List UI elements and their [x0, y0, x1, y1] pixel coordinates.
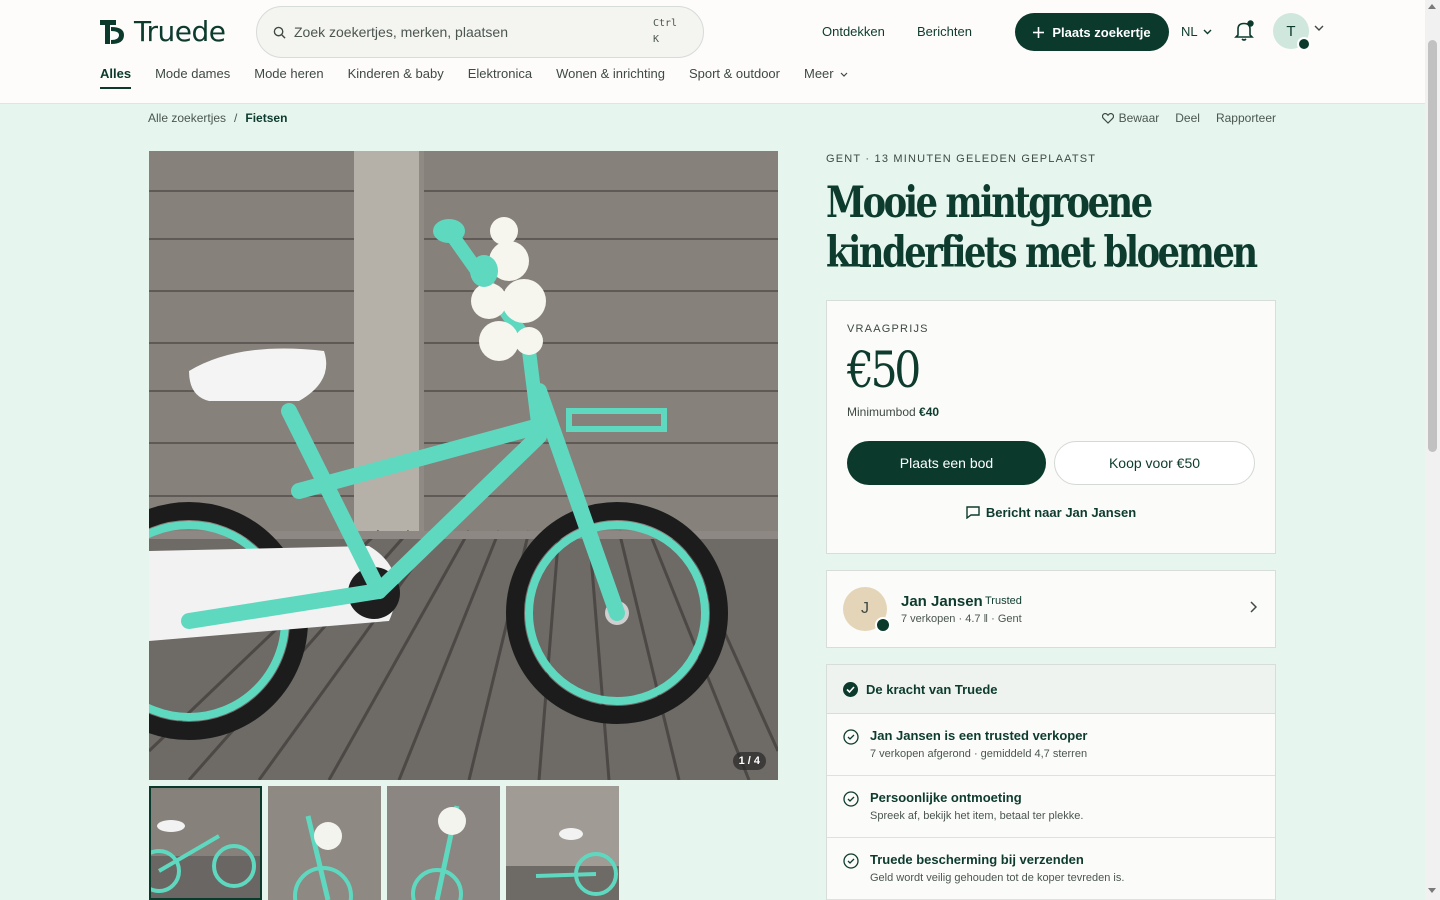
category-nav: Alles Mode dames Mode heren Kinderen & b…: [100, 66, 848, 89]
breadcrumb-root[interactable]: Alle zoekertjes: [148, 111, 226, 125]
search-input[interactable]: Zoek zoekertjes, merken, plaatsen: [294, 24, 508, 40]
notification-bell-icon[interactable]: [1234, 20, 1254, 42]
plus-icon: [1033, 26, 1045, 38]
check-circle-icon: [843, 791, 859, 807]
photo-thumbnail[interactable]: [149, 786, 262, 900]
bike-thumbnail-image: [268, 786, 381, 900]
check-circle-icon: [843, 729, 859, 745]
bike-thumbnail-image: [149, 786, 262, 900]
chat-bubble-icon: [966, 506, 980, 519]
category-tab-kinderen-baby[interactable]: Kinderen & baby: [348, 66, 444, 81]
seller-name: Jan Jansen: [901, 593, 983, 610]
category-tab-mode-heren[interactable]: Mode heren: [254, 66, 323, 81]
check-circle-filled-icon: [843, 681, 858, 697]
seller-avatar: J: [843, 587, 891, 633]
price-label: VRAAGPRIJS: [847, 323, 929, 335]
scroll-down-arrow[interactable]: [1428, 888, 1436, 893]
category-tab-alles[interactable]: Alles: [100, 66, 132, 89]
message-seller-link[interactable]: Bericht naar Jan Jansen: [827, 505, 1275, 520]
photo-thumbnail[interactable]: [506, 786, 619, 900]
listing-meta: GENT · 13 MINUTEN GELEDEN GEPLAATST: [826, 153, 1097, 165]
asking-price: €50: [847, 341, 921, 399]
category-tab-elektronica[interactable]: Elektronica: [468, 66, 532, 81]
trust-card: De kracht van Truede Jan Jansen is een t…: [826, 664, 1276, 900]
chevron-down-icon: [840, 72, 848, 77]
bike-thumbnail-image: [506, 786, 619, 900]
photo-thumbnail[interactable]: [268, 786, 381, 900]
main-listing-photo[interactable]: 1 / 4: [149, 151, 778, 780]
heart-icon: [1101, 112, 1114, 124]
photo-counter: 1 / 4: [732, 752, 766, 770]
bike-thumbnail-image: [387, 786, 500, 900]
minimum-bid: Minimumbod €40: [847, 405, 940, 419]
breadcrumb-separator: /: [234, 111, 238, 125]
buy-now-button[interactable]: Koop voor €50: [1054, 441, 1255, 485]
trust-item: Jan Jansen is een trusted verkoper 7 ver…: [827, 714, 1275, 776]
save-button[interactable]: Bewaar: [1101, 111, 1159, 125]
chevron-right-icon: [1250, 601, 1257, 613]
category-tab-wonen[interactable]: Wonen & inrichting: [556, 66, 665, 81]
chevron-down-icon[interactable]: [1314, 25, 1324, 32]
site-header: Truede Zoek zoekertjes, merken, plaatsen…: [0, 0, 1425, 104]
place-bid-button[interactable]: Plaats een bod: [847, 441, 1046, 485]
chevron-down-icon: [1203, 29, 1212, 34]
search-bar[interactable]: Zoek zoekertjes, merken, plaatsen Ctrl K: [256, 6, 704, 58]
trust-heading: De kracht van Truede: [827, 665, 1275, 714]
breadcrumb-current[interactable]: Fietsen: [245, 111, 287, 125]
category-tab-sport[interactable]: Sport & outdoor: [689, 66, 780, 81]
scrollbar-thumb[interactable]: [1428, 40, 1437, 452]
listing-actions: Bewaar Deel Rapporteer: [1101, 111, 1276, 125]
trust-item: Persoonlijke ontmoeting Spreek af, bekij…: [827, 776, 1275, 838]
trust-item: Truede bescherming bij verzenden Geld wo…: [827, 838, 1275, 900]
user-avatar[interactable]: T: [1273, 13, 1311, 51]
verified-check-icon: [1297, 37, 1311, 51]
category-tab-mode-dames[interactable]: Mode dames: [155, 66, 230, 81]
post-listing-button[interactable]: Plaats zoekertje: [1015, 13, 1169, 51]
share-button[interactable]: Deel: [1175, 111, 1200, 125]
verified-check-icon: [875, 617, 891, 633]
language-selector[interactable]: NL: [1181, 24, 1212, 39]
page-scrollbar[interactable]: [1425, 0, 1440, 900]
price-card: VRAAGPRIJS €50 Minimumbod €40 Plaats een…: [826, 300, 1276, 554]
breadcrumb: Alle zoekertjes / Fietsen: [148, 111, 287, 125]
seller-stats: 7 verkopen · 4.7 ‖ · Gent: [901, 613, 1022, 625]
seller-trusted-badge: Trusted: [985, 595, 1022, 607]
check-circle-icon: [843, 853, 859, 869]
logo[interactable]: Truede: [100, 15, 226, 48]
seller-card[interactable]: J Jan Jansen Trusted 7 verkopen · 4.7 ‖ …: [826, 570, 1276, 648]
photo-thumbnail[interactable]: [387, 786, 500, 900]
search-icon: [273, 26, 286, 39]
logo-text: Truede: [134, 15, 226, 48]
scroll-up-arrow[interactable]: [1428, 4, 1436, 9]
listing-title: Mooie mintgroene kinderfiets met bloemen: [826, 178, 1258, 278]
photo-thumbnails: [149, 786, 619, 900]
category-tab-meer[interactable]: Meer: [804, 66, 848, 81]
report-button[interactable]: Rapporteer: [1216, 111, 1276, 125]
logo-mark-icon: [100, 19, 124, 44]
search-shortcut-hint: Ctrl K: [653, 18, 678, 45]
nav-berichten[interactable]: Berichten: [917, 24, 972, 39]
nav-ontdekken[interactable]: Ontdekken: [822, 24, 885, 39]
bike-photo-image: [149, 151, 778, 780]
